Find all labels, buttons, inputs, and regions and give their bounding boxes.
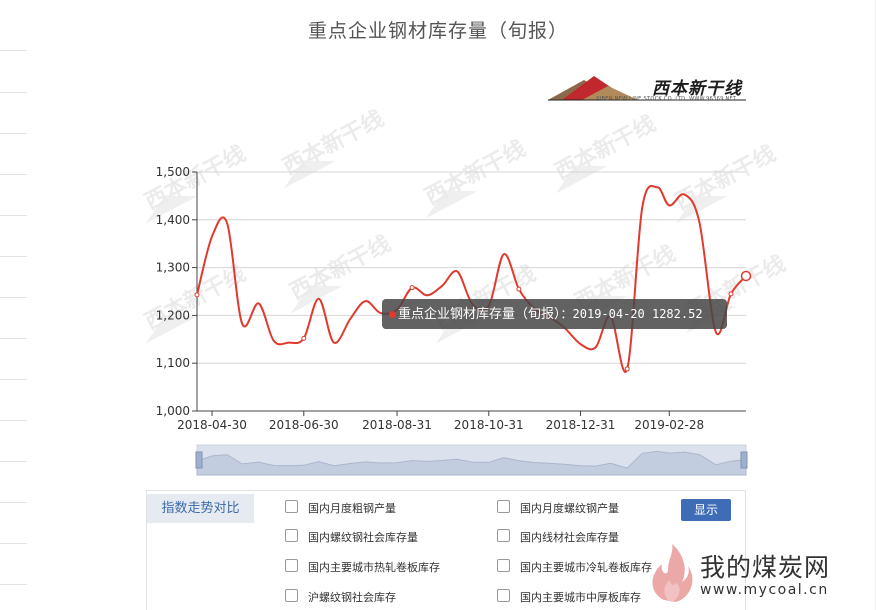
checkbox-icon[interactable]	[497, 589, 510, 602]
checkbox-icon[interactable]	[285, 529, 298, 542]
data-zoom-slider	[195, 444, 748, 476]
data-point	[740, 270, 752, 282]
checkbox-label: 国内螺纹钢社会库存量	[308, 531, 418, 544]
zoom-handle-left	[195, 451, 203, 469]
site-watermark-text: 我的煤炭网	[700, 553, 831, 582]
data-point	[194, 292, 200, 298]
data-point	[409, 285, 415, 291]
y-tick-label: 1,300	[156, 261, 190, 275]
checkbox-option[interactable]: 沪螺纹钢社会库存	[285, 589, 396, 607]
y-tick-label: 1,100	[156, 356, 190, 370]
chart-watermark: 西本新干线	[286, 231, 395, 314]
data-point	[728, 291, 734, 297]
checkbox-icon[interactable]	[497, 559, 510, 572]
x-tick-label: 2018-08-31	[362, 418, 432, 432]
x-tick-label: 2019-02-28	[634, 418, 704, 432]
chart-watermark: 西本新干线	[141, 141, 250, 224]
data-point	[624, 366, 630, 372]
checkbox-label: 国内月度粗钢产量	[308, 502, 396, 515]
chart-watermark-text: 西本新干线	[671, 141, 780, 216]
checkbox-option[interactable]: 国内主要城市热轧卷板库存	[285, 559, 440, 577]
show-button[interactable]: 显示	[681, 499, 731, 521]
tab-index-trend[interactable]: 指数走势对比	[147, 494, 254, 523]
series-line	[196, 185, 747, 373]
chart-watermark: 西本新干线	[421, 136, 530, 219]
y-tick-label: 1,000	[156, 404, 190, 418]
checkbox-option[interactable]: 国内线材社会库存量	[497, 529, 619, 547]
y-tick-label: 1,400	[156, 213, 190, 227]
tooltip: 重点企业钢材库存量（旬报）：2019-04-20 1282.52	[382, 299, 727, 329]
checkbox-label: 国内线材社会库存量	[520, 531, 619, 544]
checkbox-label: 沪螺纹钢社会库存	[308, 591, 396, 604]
checkbox-option[interactable]: 国内主要城市中厚板库存	[497, 589, 641, 607]
checkbox-label: 国内主要城市热轧卷板库存	[308, 561, 440, 574]
checkbox-option[interactable]: 国内螺纹钢社会库存量	[285, 529, 418, 547]
checkbox-label: 国内月度螺纹钢产量	[520, 502, 619, 515]
chart-watermark-text: 西本新干线	[279, 106, 388, 181]
checkbox-option[interactable]: 国内主要城市冷轧卷板库存	[497, 559, 652, 577]
checkbox-icon[interactable]	[285, 500, 298, 513]
x-tick-label: 2018-04-30	[177, 418, 247, 432]
x-tick-label: 2018-12-31	[546, 418, 616, 432]
x-tick-label: 2018-10-31	[454, 418, 524, 432]
chart-watermark: 西本新干线	[671, 141, 780, 224]
x-tick-label: 2018-06-30	[269, 418, 339, 432]
checkbox-icon[interactable]	[285, 589, 298, 602]
checkbox-label: 国内主要城市冷轧卷板库存	[520, 561, 652, 574]
chart-watermark: 西本新干线	[279, 106, 388, 189]
y-tick-label: 1,200	[156, 308, 190, 322]
checkbox-option[interactable]: 国内月度螺纹钢产量	[497, 500, 619, 518]
tooltip-dot	[389, 311, 396, 318]
site-watermark-url: www.mycoal.cn	[700, 582, 829, 598]
tooltip-value: ：2019-04-20 1282.52	[560, 307, 703, 321]
checkbox-option[interactable]: 国内月度粗钢产量	[285, 500, 396, 518]
checkbox-icon[interactable]	[497, 500, 510, 513]
tooltip-label: 重点企业钢材库存量（旬报）	[398, 307, 561, 322]
checkbox-icon[interactable]	[285, 559, 298, 572]
chart-watermark-text: 西本新干线	[421, 136, 530, 211]
chart-watermark: 西本新干线	[551, 111, 660, 194]
checkbox-icon[interactable]	[497, 529, 510, 542]
y-tick-label: 1,500	[156, 165, 190, 179]
data-point	[516, 286, 522, 292]
x-axis: 2018-04-30 2018-06-30 2018-08-31 2018-10-31…	[177, 411, 704, 432]
line-chart: 西本新干线 西本新干线 西本新干线 西本新干线 西本新干线西本新干线 西本新干线 西本新干线…	[141, 106, 790, 476]
zoom-handle-right	[740, 451, 748, 469]
data-point	[301, 335, 307, 341]
checkbox-label: 国内主要城市中厚板库存	[520, 591, 641, 604]
chart-watermark-text: 西本新干线	[551, 111, 660, 186]
